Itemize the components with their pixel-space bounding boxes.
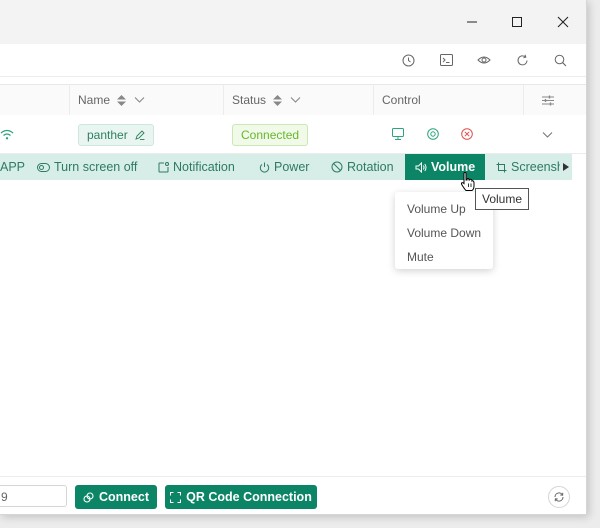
- close-icon: [557, 16, 569, 28]
- scroll-right-button[interactable]: [560, 154, 572, 180]
- column-settings-button[interactable]: [542, 85, 554, 115]
- status-badge: Connected: [232, 124, 309, 146]
- device-name-tag[interactable]: panther: [78, 124, 155, 146]
- terminal-icon[interactable]: [438, 52, 454, 68]
- column-header-control: Control: [382, 93, 421, 107]
- history-icon[interactable]: [400, 52, 416, 68]
- device-action-bar: APP Turn screen off Notification Power R…: [0, 154, 572, 180]
- record-icon[interactable]: [427, 128, 439, 140]
- disconnect-icon[interactable]: [461, 128, 473, 140]
- sort-icon[interactable]: [116, 94, 127, 107]
- refresh-devices-button[interactable]: [548, 486, 570, 508]
- tooltip: Volume: [475, 188, 529, 210]
- eye-icon[interactable]: [476, 52, 492, 68]
- power-icon: [259, 162, 270, 172]
- minimize-icon: [467, 21, 477, 23]
- title-bar: [0, 0, 586, 44]
- footer-bar: 9 Connect QR Code Connection: [0, 476, 586, 514]
- close-window-button[interactable]: [548, 10, 578, 34]
- wifi-icon: [0, 129, 14, 140]
- maximize-icon: [512, 17, 522, 27]
- link-icon: [83, 491, 94, 503]
- menu-item-mute[interactable]: Mute: [407, 250, 434, 264]
- screenshot-icon: [496, 162, 507, 172]
- search-icon[interactable]: [552, 52, 568, 68]
- action-turn-screen-off[interactable]: Turn screen off: [37, 154, 137, 180]
- app-window: Name Status Control panther Connected AP…: [0, 0, 587, 515]
- table-row[interactable]: panther Connected: [0, 115, 586, 154]
- scan-icon: [170, 491, 182, 503]
- hand-cursor-icon: [460, 172, 475, 191]
- caret-right-icon: [563, 163, 569, 171]
- minimize-button[interactable]: [457, 10, 487, 34]
- action-notification[interactable]: Notification: [158, 154, 235, 180]
- toolbar: [0, 44, 586, 77]
- maximize-button[interactable]: [502, 10, 532, 34]
- column-header-name[interactable]: Name: [78, 85, 145, 115]
- action-app[interactable]: APP: [0, 154, 25, 180]
- menu-item-volume-up[interactable]: Volume Up: [407, 202, 466, 216]
- action-power[interactable]: Power: [259, 154, 309, 180]
- eye-off-icon: [37, 162, 50, 172]
- sliders-icon: [542, 95, 554, 105]
- qr-code-connection-button[interactable]: QR Code Connection: [165, 485, 317, 509]
- sort-icon[interactable]: [272, 94, 283, 107]
- connect-button[interactable]: Connect: [75, 485, 157, 509]
- chevron-down-icon[interactable]: [290, 96, 301, 104]
- chevron-down-icon[interactable]: [134, 96, 145, 104]
- ip-address-input[interactable]: 9: [0, 485, 67, 507]
- refresh-icon: [554, 492, 564, 502]
- action-rotation[interactable]: Rotation: [331, 154, 394, 180]
- refresh-icon[interactable]: [514, 52, 530, 68]
- edit-icon[interactable]: [135, 130, 145, 140]
- volume-icon: [415, 161, 427, 173]
- menu-item-volume-down[interactable]: Volume Down: [407, 226, 481, 240]
- expand-row-icon[interactable]: [542, 131, 553, 139]
- notification-icon: [158, 161, 169, 172]
- rotation-icon: [331, 161, 343, 173]
- table-header: Name Status Control: [0, 84, 586, 116]
- mirror-screen-icon[interactable]: [392, 128, 404, 140]
- column-header-status[interactable]: Status: [232, 85, 301, 115]
- action-screenshot[interactable]: Screensh: [496, 154, 564, 180]
